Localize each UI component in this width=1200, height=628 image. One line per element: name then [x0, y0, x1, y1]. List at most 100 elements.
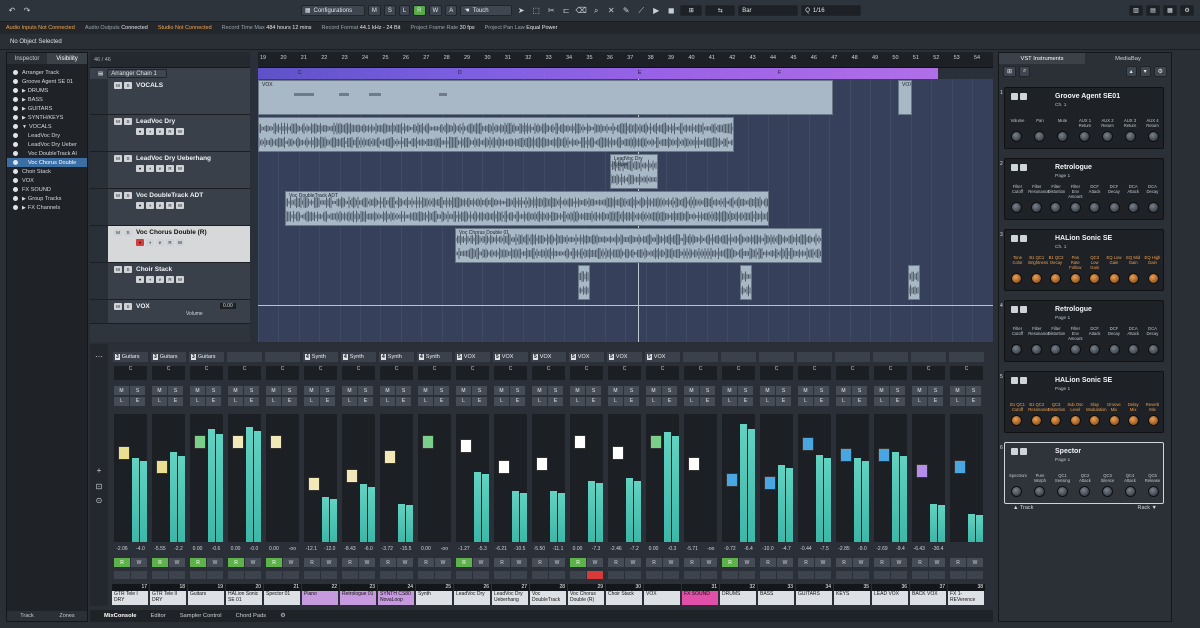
quick-control-knob[interactable]: [1108, 344, 1120, 355]
fader-handle[interactable]: [916, 464, 928, 479]
timeline-ruler[interactable]: 19 20 21 22 23 24 25 26 27 28 29 30 31 32 33 34 35 36 37 38…: [258, 52, 993, 68]
read-automation-button[interactable]: R: [874, 558, 890, 567]
routing-select[interactable]: 5 VOX: [569, 352, 604, 362]
edit-button[interactable]: E: [396, 396, 411, 406]
track-solo-button[interactable]: S: [124, 229, 132, 236]
quick-control-knob[interactable]: [1128, 202, 1140, 213]
configurations-button[interactable]: ▦ Configurations: [300, 5, 365, 16]
track-header[interactable]: M S VOCALS: [90, 79, 250, 115]
edit-button[interactable]: E: [738, 396, 753, 406]
solo-button[interactable]: S: [206, 386, 221, 395]
monitor-button[interactable]: [321, 571, 337, 579]
read-automation-button[interactable]: R: [266, 558, 282, 567]
quick-control-knob[interactable]: [1011, 415, 1022, 426]
expand-arrow-icon[interactable]: ▶: [22, 196, 26, 202]
visibility-item[interactable]: LeadVoc Dry: [7, 131, 87, 140]
fader-handle[interactable]: [726, 473, 738, 488]
edit-button[interactable]: E: [852, 396, 867, 406]
write-automation-button[interactable]: W: [245, 558, 261, 567]
pan-control[interactable]: C: [722, 366, 755, 380]
track-read-button[interactable]: R: [166, 239, 174, 246]
quick-control-knob[interactable]: [1128, 415, 1140, 426]
fader-track[interactable]: [456, 414, 489, 542]
mute-button[interactable]: M: [836, 386, 851, 395]
track-mute-button[interactable]: M: [114, 155, 122, 162]
channel-settings-button[interactable]: [418, 571, 434, 579]
visibility-item[interactable]: ▶ Group Tracks: [7, 194, 87, 203]
pan-control[interactable]: C: [798, 366, 831, 380]
monitor-button[interactable]: [739, 571, 755, 579]
window-layout-button[interactable]: ▥: [1129, 5, 1144, 16]
mute-button[interactable]: M: [418, 386, 433, 395]
erase-tool-icon[interactable]: ⌫: [575, 5, 587, 17]
channel-name[interactable]: BASS: [758, 591, 794, 605]
tab-visibility[interactable]: Visibility: [47, 53, 87, 64]
rack-settings-button[interactable]: ⚙: [1153, 65, 1167, 77]
tab-sampler-control[interactable]: Sampler Control: [180, 613, 222, 619]
monitor-button[interactable]: [891, 571, 907, 579]
solo-button[interactable]: S: [396, 386, 411, 395]
quick-control-knob[interactable]: [1108, 202, 1120, 213]
mute-button[interactable]: M: [266, 386, 281, 395]
track-monitor-button[interactable]: ◖: [146, 239, 154, 246]
fader-track[interactable]: [380, 414, 413, 542]
track-monitor-button[interactable]: ◖: [146, 202, 154, 209]
fader-handle[interactable]: [156, 459, 168, 474]
grid-type-select[interactable]: Bar: [738, 5, 799, 16]
pan-control[interactable]: C: [304, 366, 337, 380]
read-automation-button[interactable]: R: [456, 558, 472, 567]
quick-control-knob[interactable]: [1033, 486, 1045, 497]
track-footer-button[interactable]: ▲ Track: [1013, 505, 1033, 511]
quick-control-knob[interactable]: [1102, 131, 1114, 142]
solo-button[interactable]: S: [776, 386, 791, 395]
fader-handle[interactable]: [764, 475, 776, 490]
quick-control-knob[interactable]: [1050, 344, 1062, 355]
pan-control[interactable]: C: [912, 366, 945, 380]
quick-control-knob[interactable]: [1147, 202, 1159, 213]
channel-settings-button[interactable]: [190, 571, 206, 579]
expand-arrow-icon[interactable]: ▼: [22, 124, 27, 130]
write-automation-button[interactable]: W: [967, 558, 983, 567]
volume-value[interactable]: 0.00: [649, 546, 659, 555]
write-automation-button[interactable]: W: [853, 558, 869, 567]
edit-button[interactable]: E: [358, 396, 373, 406]
volume-value[interactable]: -12.1: [306, 546, 317, 555]
listen-button[interactable]: L: [494, 396, 509, 406]
split-tool-icon[interactable]: ✂: [545, 5, 557, 17]
track-record-button[interactable]: ●: [136, 202, 144, 209]
audio-event[interactable]: [740, 265, 752, 300]
quick-control-knob[interactable]: [1033, 131, 1045, 142]
volume-value[interactable]: -5.71: [687, 546, 698, 555]
read-automation-button[interactable]: R: [114, 558, 130, 567]
channel-settings-button[interactable]: [266, 571, 282, 579]
visibility-item[interactable]: Arranger Track: [7, 68, 87, 77]
track-mute-button[interactable]: M: [114, 192, 122, 199]
channel-settings-button[interactable]: [684, 571, 700, 579]
fader-track[interactable]: [608, 414, 641, 542]
monitor-button[interactable]: [169, 571, 185, 579]
arranger-section-label[interactable]: E: [638, 70, 641, 76]
monitor-button[interactable]: [131, 571, 147, 579]
track-mute-button[interactable]: M: [114, 118, 122, 125]
edit-instrument-icon[interactable]: [1020, 306, 1027, 313]
track-solo-button[interactable]: S: [124, 303, 132, 310]
routing-select[interactable]: 4 Synth: [303, 352, 338, 362]
edit-button[interactable]: E: [168, 396, 183, 406]
monitor-button[interactable]: [853, 571, 869, 579]
fader-handle[interactable]: [650, 434, 662, 449]
solo-button[interactable]: S: [814, 386, 829, 395]
visibility-item[interactable]: ▶ GUITARS: [7, 104, 87, 113]
monitor-button[interactable]: [397, 571, 413, 579]
arranger-section-label[interactable]: D: [458, 70, 462, 76]
quick-control-knob[interactable]: [1125, 131, 1137, 142]
pan-control[interactable]: C: [114, 366, 147, 380]
read-automation-button[interactable]: R: [494, 558, 510, 567]
track-mute-button[interactable]: M: [114, 229, 122, 236]
mute-button[interactable]: M: [380, 386, 395, 395]
zoom-in-icon[interactable]: +: [93, 464, 105, 476]
read-automation-button[interactable]: R: [570, 558, 586, 567]
mode-l[interactable]: L: [398, 5, 411, 16]
edit-button[interactable]: E: [966, 396, 981, 406]
track-monitor-button[interactable]: ◖: [146, 128, 154, 135]
track-mute-button[interactable]: M: [114, 303, 122, 310]
